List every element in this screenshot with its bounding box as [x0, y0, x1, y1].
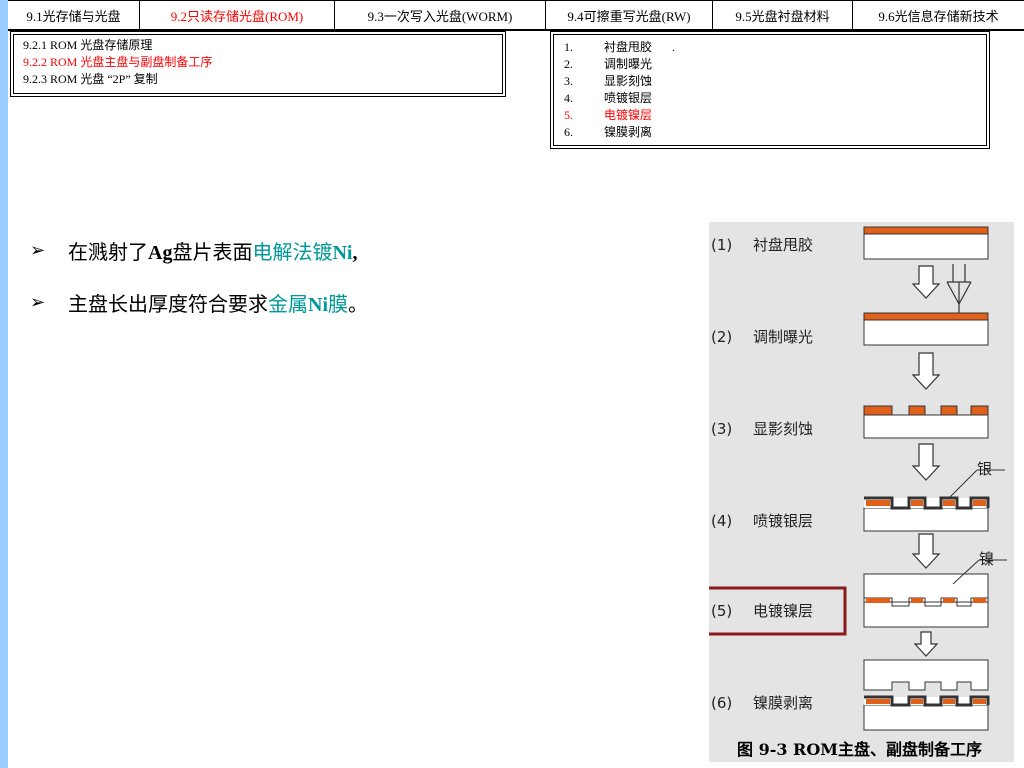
- step-number: 3.: [564, 74, 573, 88]
- tab-9-1[interactable]: 9.1光存储与光盘: [8, 1, 140, 29]
- step-item[interactable]: 1. 衬盘甩胶.: [564, 39, 976, 56]
- tab-9-6[interactable]: 9.6光信息存储新技术: [853, 1, 1024, 29]
- bullet-point-2: ➢ 主盘长出厚度符合要求金属Ni膜。: [30, 276, 650, 328]
- down-arrow-icon: [911, 265, 941, 299]
- stage-5-disc: [863, 559, 1007, 628]
- fig-step-label: 衬盘甩胶: [753, 236, 813, 254]
- figure-caption: 图 9-3 ROM主盘、副盘制备工序: [737, 740, 982, 759]
- step-number: 2.: [564, 57, 573, 71]
- fig-step-label: 调制曝光: [753, 328, 813, 346]
- step-mark: .: [672, 40, 676, 54]
- submenu-item-9-2-1[interactable]: 9.2.1 ROM 光盘存储原理: [23, 37, 493, 54]
- down-arrow-icon: [911, 352, 941, 390]
- arrow-bullet-icon: ➢: [30, 239, 46, 261]
- stage-2-disc: [863, 312, 989, 346]
- step-label: 显影刻蚀: [604, 74, 653, 88]
- left-accent-bar: [0, 0, 8, 768]
- fig-step-num: (2): [711, 328, 732, 346]
- stage-1-disc: [863, 226, 989, 260]
- step-label: 调制曝光: [604, 57, 653, 71]
- bullet-text: 在溅射了Ag盘片表面电解法镀Ni,: [68, 239, 358, 264]
- tab-9-4[interactable]: 9.4可擦重写光盘(RW): [546, 1, 713, 29]
- step-item-active[interactable]: 5. 电镀镍层: [564, 107, 976, 124]
- fig-step-label: 镍膜剥离: [753, 694, 813, 712]
- chapter-tab-bar: 9.1光存储与光盘 9.2只读存储光盘(ROM) 9.3一次写入光盘(WORM)…: [8, 0, 1024, 31]
- step-number: 5.: [564, 108, 573, 122]
- step-label: 镍膜剥离: [604, 125, 653, 139]
- silver-layer-label: 银: [977, 460, 992, 478]
- down-arrow-icon: [913, 631, 939, 657]
- tab-9-3[interactable]: 9.3一次写入光盘(WORM): [335, 1, 546, 29]
- step-label: 喷镀银层: [604, 91, 653, 105]
- fig-step-label: 喷镀银层: [753, 512, 813, 530]
- step-number: 6.: [564, 125, 573, 139]
- step-number: 1.: [564, 40, 573, 54]
- step-item[interactable]: 4. 喷镀银层: [564, 90, 976, 107]
- stage-3-disc: [863, 405, 989, 439]
- tab-9-5[interactable]: 9.5光盘衬盘材料: [713, 1, 853, 29]
- step-item[interactable]: 2. 调制曝光: [564, 56, 976, 73]
- down-arrow-icon: [911, 443, 941, 481]
- submenu-item-9-2-2[interactable]: 9.2.2 ROM 光盘主盘与副盘制备工序: [23, 54, 493, 71]
- submenu-item-9-2-3[interactable]: 9.2.3 ROM 光盘 “2P” 复制: [23, 71, 493, 88]
- content-bullets: ➢ 在溅射了Ag盘片表面电解法镀Ni, ➢ 主盘长出厚度符合要求金属Ni膜。: [30, 224, 650, 328]
- step-item[interactable]: 6. 镍膜剥离: [564, 124, 976, 141]
- fig-step-num: (5): [711, 602, 732, 620]
- arrow-bullet-icon: ➢: [30, 291, 46, 313]
- fig-step-label: 显影刻蚀: [753, 420, 813, 438]
- fig-step-num: (6): [711, 694, 732, 712]
- down-arrow-icon: [911, 533, 941, 569]
- fig-step-label: 电镀镍层: [753, 602, 813, 620]
- tab-9-2[interactable]: 9.2只读存储光盘(ROM): [140, 1, 335, 29]
- process-steps-list: 1. 衬盘甩胶. 2. 调制曝光 3. 显影刻蚀 4. 喷镀银层 5. 电镀镍层 6. 镍膜…: [550, 31, 990, 149]
- stage-4-disc: [863, 469, 1005, 532]
- step-label: 衬盘甩胶: [604, 40, 653, 54]
- step-item[interactable]: 3. 显影刻蚀: [564, 73, 976, 90]
- fig-step-num: (4): [711, 512, 732, 530]
- process-diagram: (1) 衬盘甩胶 (2) 调制曝光 (3) 显影刻蚀 (4) 喷镀银层 (5) …: [709, 226, 1007, 731]
- step-label: 电镀镍层: [604, 108, 653, 122]
- process-figure: (1) 衬盘甩胶 (2) 调制曝光 (3) 显影刻蚀 (4) 喷镀银层 (5) …: [709, 222, 1014, 762]
- fig-step-num: (3): [711, 420, 732, 438]
- bullet-point-1: ➢ 在溅射了Ag盘片表面电解法镀Ni,: [30, 224, 650, 276]
- fig-step-num: (1): [711, 236, 732, 254]
- nickel-layer-label: 镍: [979, 550, 994, 568]
- section-submenu: 9.2.1 ROM 光盘存储原理 9.2.2 ROM 光盘主盘与副盘制备工序 9…: [10, 31, 506, 97]
- stage-6-disc: [863, 659, 990, 731]
- laser-beam-icon: [946, 264, 972, 317]
- bullet-text: 主盘长出厚度符合要求金属Ni膜。: [68, 291, 368, 316]
- step-number: 4.: [564, 91, 573, 105]
